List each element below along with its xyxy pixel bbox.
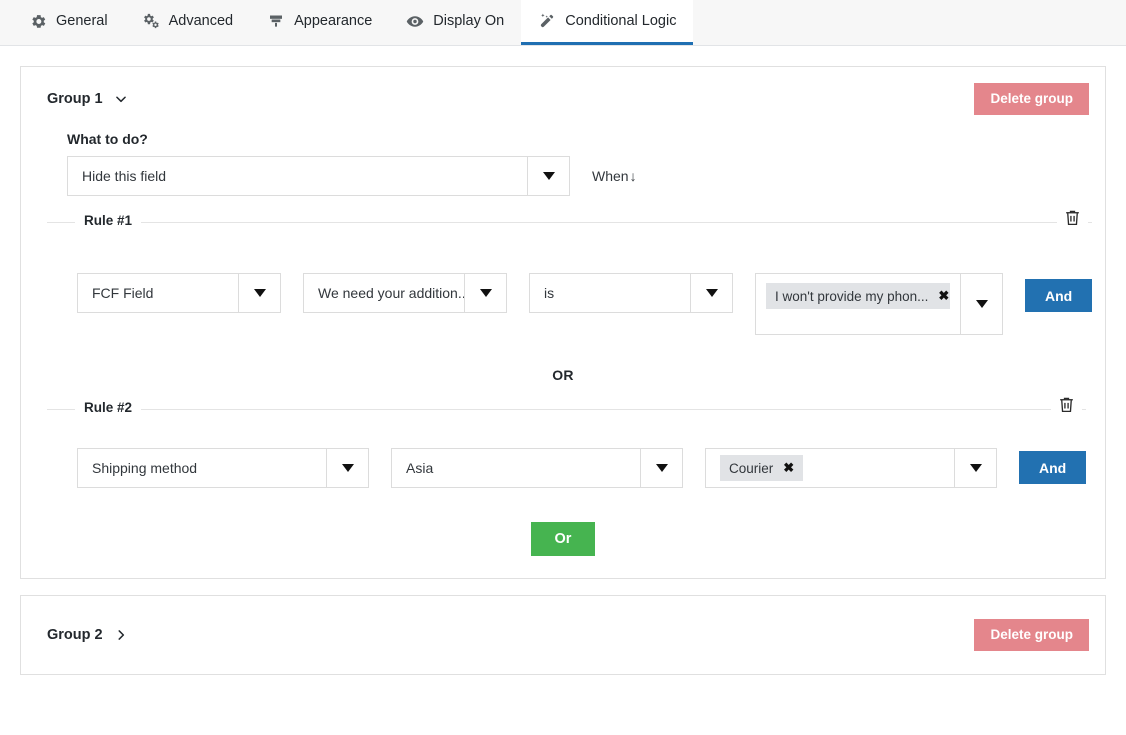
rule-1-subfield-select[interactable]: We need your addition... — [303, 273, 507, 314]
rule-1: Rule #1 FCF Field We need your addition.… — [47, 207, 1093, 336]
tab-conditional-logic[interactable]: Conditional Logic — [521, 0, 694, 45]
close-icon[interactable]: ✖ — [938, 288, 949, 304]
rule-2-subfield-select[interactable]: Asia — [391, 448, 683, 489]
rule-2-value-multiselect[interactable]: Courier ✖ — [705, 448, 997, 489]
when-label: When ↓ — [592, 168, 637, 185]
chevron-down-icon[interactable] — [690, 274, 732, 313]
rule-2-field-select[interactable]: Shipping method — [77, 448, 369, 489]
action-select[interactable]: Hide this field — [67, 156, 570, 197]
eye-icon — [406, 12, 424, 30]
rule-2-field-value: Shipping method — [92, 460, 198, 477]
delete-rule-1-button[interactable] — [1057, 207, 1089, 229]
rule-1-operator-value: is — [544, 285, 555, 302]
gear-icon — [29, 12, 47, 30]
rule-2-value-tag[interactable]: Courier ✖ — [720, 455, 804, 482]
tab-general[interactable]: General — [12, 0, 125, 45]
group-1-title: Group 1 — [47, 91, 103, 108]
group-2-header: Group 2 Delete group — [37, 618, 1089, 652]
group-1-header: Group 1 Delete group — [37, 83, 1089, 116]
delete-group-2-button[interactable]: Delete group — [974, 619, 1089, 652]
tab-general-label: General — [56, 13, 108, 29]
chevron-down-icon[interactable] — [640, 449, 682, 488]
chevron-down-icon[interactable] — [464, 274, 506, 313]
what-to-do-section: What to do? Hide this field When ↓ — [37, 131, 1089, 197]
rule-1-row: FCF Field We need your addition... is I … — [77, 223, 1093, 336]
rule-separator-or: OR — [552, 367, 574, 384]
chevron-down-icon[interactable] — [527, 157, 569, 196]
tab-conditional-logic-label: Conditional Logic — [565, 13, 677, 29]
rule-2-row: Shipping method Asia Courier ✖ And — [77, 410, 1087, 489]
rule-1-value-multiselect[interactable]: I won't provide my phon... ✖ — [755, 273, 1003, 336]
magic-wand-icon — [538, 12, 556, 30]
group-1-panel: Group 1 Delete group What to do? Hide th… — [20, 66, 1106, 580]
chevron-down-icon[interactable] — [114, 92, 128, 106]
rule-1-value-tag[interactable]: I won't provide my phon... ✖ — [766, 283, 950, 310]
group-1-toggle[interactable]: Group 1 — [37, 91, 128, 107]
conditional-logic-panel: Group 1 Delete group What to do? Hide th… — [0, 46, 1126, 696]
rule-1-subfield-value: We need your addition... — [318, 285, 464, 302]
rule-2-subfield-value: Asia — [406, 460, 434, 477]
add-or-rule-wrap: Or — [37, 522, 1089, 557]
add-or-rule-button[interactable]: Or — [530, 522, 596, 557]
tab-advanced-label: Advanced — [168, 13, 234, 29]
chevron-down-icon[interactable] — [326, 449, 368, 488]
rule-2-value-tag-label: Courier — [729, 460, 774, 476]
rule-2-and-button[interactable]: And — [1019, 451, 1087, 485]
rule-1-field-select[interactable]: FCF Field — [77, 273, 281, 314]
tab-appearance-label: Appearance — [294, 13, 373, 29]
delete-group-1-button[interactable]: Delete group — [974, 83, 1089, 116]
delete-rule-2-button[interactable] — [1051, 394, 1083, 416]
group-2-title: Group 2 — [47, 627, 103, 644]
settings-tab-bar: General Advanced Appearance Display On C… — [0, 0, 1126, 46]
tab-advanced[interactable]: Advanced — [125, 0, 251, 45]
close-icon[interactable]: ✖ — [783, 460, 794, 476]
chevron-down-icon[interactable] — [960, 274, 1002, 335]
what-to-do-label: What to do? — [67, 131, 148, 148]
rule-1-and-button[interactable]: And — [1025, 279, 1093, 313]
group-2-toggle[interactable]: Group 2 — [37, 627, 128, 643]
gears-icon — [142, 12, 160, 30]
rule-2-legend: Rule #2 — [75, 400, 142, 416]
rule-1-operator-select[interactable]: is — [529, 273, 733, 314]
rule-1-legend: Rule #1 — [75, 213, 142, 229]
tab-display-on-label: Display On — [433, 13, 505, 29]
tab-display-on[interactable]: Display On — [389, 0, 521, 45]
chevron-down-icon[interactable] — [238, 274, 280, 313]
action-select-value: Hide this field — [82, 168, 167, 185]
chevron-down-icon[interactable] — [954, 449, 996, 488]
tab-appearance[interactable]: Appearance — [250, 0, 389, 45]
paintbrush-icon — [267, 12, 285, 30]
rule-1-field-value: FCF Field — [92, 285, 154, 302]
chevron-right-icon[interactable] — [114, 628, 128, 642]
rule-2: Rule #2 Shipping method Asia Courier ✖ A… — [47, 394, 1087, 489]
group-2-panel: Group 2 Delete group — [20, 595, 1106, 676]
arrow-down-icon: ↓ — [629, 168, 637, 185]
rule-1-value-tag-label: I won't provide my phon... — [775, 288, 929, 304]
